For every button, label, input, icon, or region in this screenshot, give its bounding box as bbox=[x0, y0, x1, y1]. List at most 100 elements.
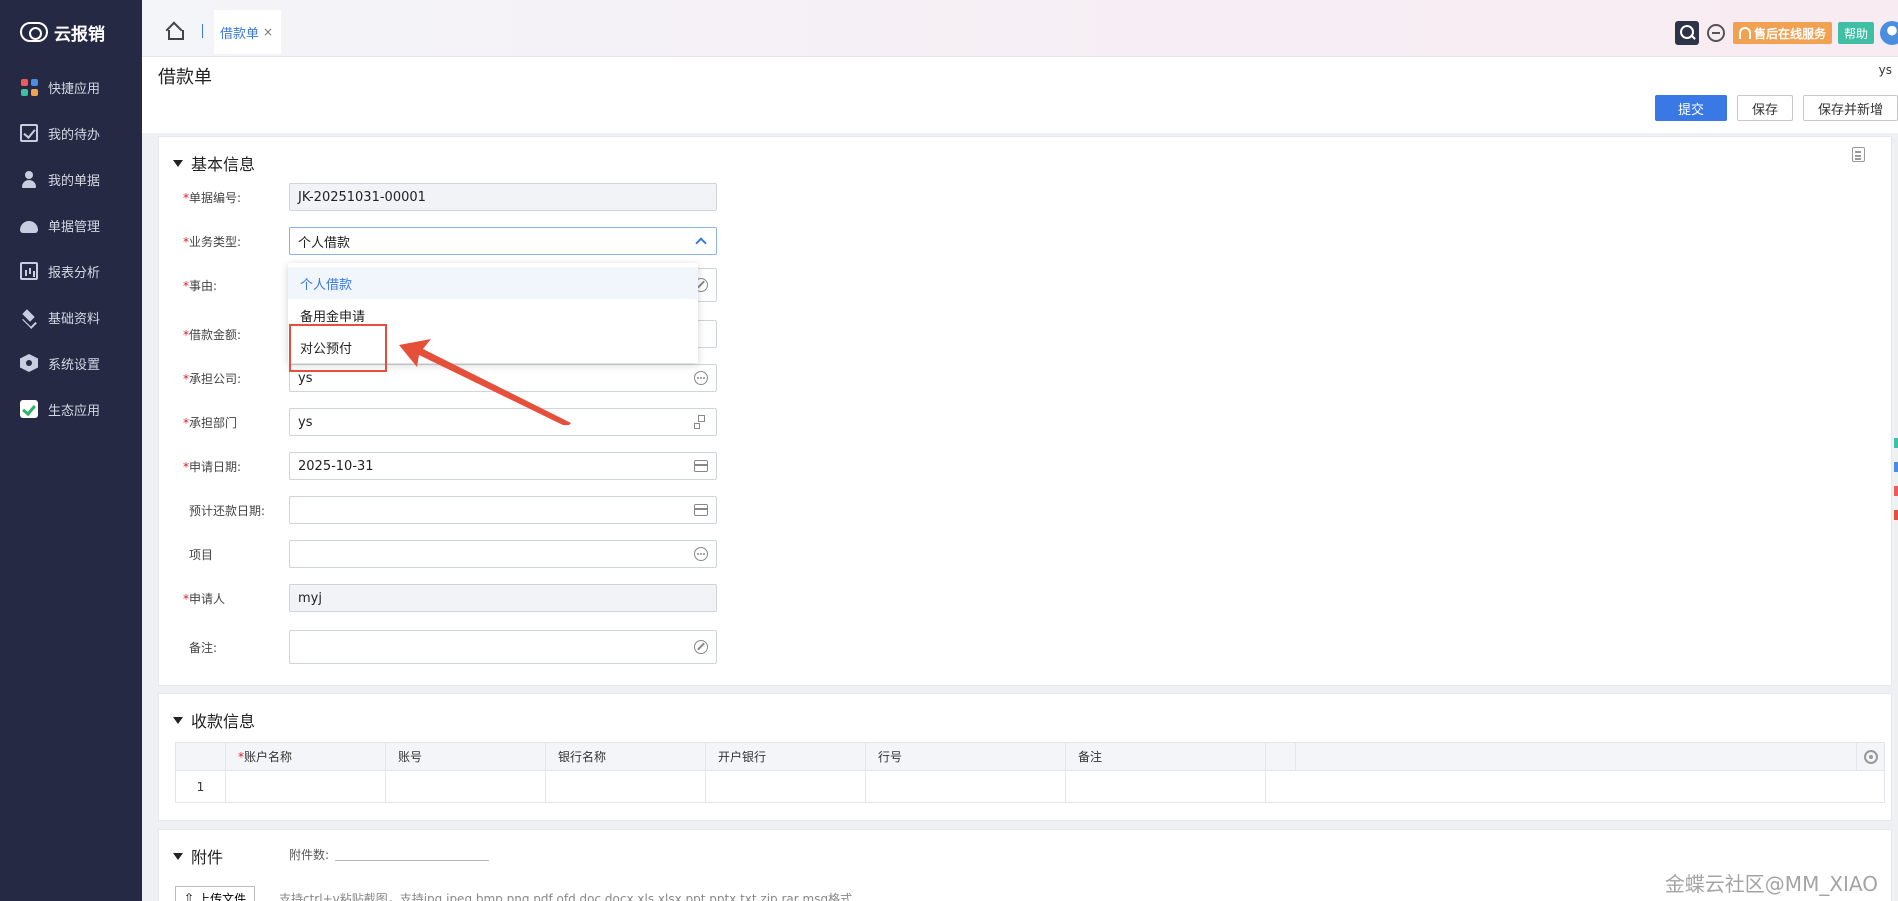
dropdown-option-personal-loan[interactable]: 个人借款 bbox=[288, 267, 698, 299]
field-value: myj bbox=[298, 590, 322, 606]
calendar-icon[interactable] bbox=[694, 504, 708, 516]
chevron-up-icon bbox=[695, 237, 707, 249]
field-label-text: 预计还款日期: bbox=[189, 503, 266, 518]
sidebar-item-my-docs[interactable]: 我的单据 bbox=[0, 156, 142, 202]
field-label-text: 申请人 bbox=[189, 591, 226, 606]
tab-loan-form[interactable]: 借款单 × bbox=[214, 10, 282, 54]
minus-circle-icon[interactable] bbox=[1706, 24, 1725, 42]
watermark: 金蝶云社区@MM_XIAO bbox=[1664, 872, 1878, 896]
field-label-text: 借款金额: bbox=[189, 327, 242, 342]
field-label: *事由: bbox=[183, 277, 289, 294]
sidebar-item-reports[interactable]: 报表分析 bbox=[0, 248, 142, 294]
search-icon[interactable] bbox=[1674, 21, 1699, 45]
field-applicant: *申请人 myj bbox=[183, 584, 717, 612]
annotation-arrow-icon bbox=[399, 339, 571, 425]
section-toggle-payee[interactable]: 收款信息 bbox=[173, 708, 255, 732]
sidebar-item-quick-apps[interactable]: 快捷应用 bbox=[0, 64, 142, 110]
page-title: 借款单 bbox=[158, 67, 212, 88]
online-service-label: 售后在线服务 bbox=[1753, 26, 1826, 41]
tab-separator bbox=[202, 24, 203, 38]
section-title: 附件 bbox=[191, 848, 224, 867]
field-label-text: 项目 bbox=[189, 547, 214, 562]
org-tree-icon[interactable] bbox=[694, 415, 708, 429]
header-spacer bbox=[1266, 743, 1296, 770]
apply-date-input[interactable]: 2025-10-31 bbox=[289, 452, 717, 480]
upload-file-button[interactable]: ⇧ 上传文件 bbox=[175, 886, 256, 901]
field-biz-type: *业务类型: 个人借款 bbox=[183, 227, 717, 255]
upload-hint: 支持ctrl+v粘贴截图，支持jpg,jpeg,bmp,png,pdf,ofd,… bbox=[279, 892, 853, 901]
section-toggle-basic[interactable]: 基本信息 bbox=[173, 151, 255, 175]
headset-icon bbox=[1738, 27, 1751, 39]
gear-icon bbox=[1863, 749, 1878, 764]
home-icon[interactable] bbox=[166, 24, 184, 40]
cloud-logo-icon bbox=[20, 22, 48, 42]
field-label-text: 事由: bbox=[189, 278, 218, 293]
save-and-new-button[interactable]: 保存并新增 bbox=[1802, 95, 1898, 121]
app-logo-text: 云报销 bbox=[54, 24, 105, 45]
header-account-no: 账号 bbox=[386, 743, 546, 770]
collapse-triangle-icon bbox=[173, 852, 183, 860]
cell-remark[interactable] bbox=[1066, 771, 1266, 802]
field-label: *业务类型: bbox=[183, 233, 289, 250]
table-header: * 账户名称 账号 银行名称 开户银行 行号 备注 bbox=[176, 743, 1884, 771]
row-index: 1 bbox=[176, 771, 226, 802]
field-repay-date: 预计还款日期: bbox=[183, 496, 717, 524]
upload-icon: ⇧ bbox=[184, 891, 195, 901]
field-label-text: 申请日期: bbox=[189, 459, 242, 474]
more-icon[interactable] bbox=[694, 547, 708, 561]
online-service-button[interactable]: 售后在线服务 bbox=[1732, 22, 1832, 44]
sidebar-item-master-data[interactable]: 基础资料 bbox=[0, 294, 142, 340]
tab-close-icon[interactable]: × bbox=[263, 25, 273, 39]
attachment-count-field[interactable] bbox=[335, 860, 489, 861]
cell-bank-name[interactable] bbox=[546, 771, 706, 802]
sidebar-item-settings[interactable]: 系统设置 bbox=[0, 340, 142, 386]
header-remark: 备注 bbox=[1066, 743, 1266, 770]
sidebar-item-label: 报表分析 bbox=[48, 265, 101, 281]
cell-account-no[interactable] bbox=[386, 771, 546, 802]
payee-table: * 账户名称 账号 银行名称 开户银行 行号 备注 1 bbox=[175, 742, 1885, 803]
field-label-text: 单据编号: bbox=[189, 190, 242, 205]
app-logo[interactable]: 云报销 bbox=[0, 0, 142, 64]
sidebar-item-label: 基础资料 bbox=[48, 311, 101, 327]
sidebar-item-todo[interactable]: 我的待办 bbox=[0, 110, 142, 156]
more-icon[interactable] bbox=[694, 371, 708, 385]
action-bar: 提交 保存 保存并新增 bbox=[1654, 95, 1898, 121]
sidebar-item-eco-apps[interactable]: 生态应用 bbox=[0, 386, 142, 432]
page-header: 借款单 ys 提交 保存 保存并新增 bbox=[142, 57, 1898, 133]
field-label: *借款金额: bbox=[183, 326, 289, 343]
sidebar-item-label: 系统设置 bbox=[48, 357, 101, 373]
attachment-count-label: 附件数: bbox=[289, 848, 330, 862]
applicant-input[interactable]: myj bbox=[289, 584, 717, 612]
project-input[interactable] bbox=[289, 540, 717, 568]
sidebar-item-label: 快捷应用 bbox=[48, 81, 101, 97]
calculator-icon[interactable] bbox=[1852, 147, 1865, 162]
repay-date-input[interactable] bbox=[289, 496, 717, 524]
sidebar-item-label: 我的待办 bbox=[48, 127, 101, 143]
cell-account-name[interactable] bbox=[226, 771, 386, 802]
column-settings[interactable] bbox=[1856, 743, 1884, 770]
top-bar: 借款单 × 售后在线服务 帮助 bbox=[142, 0, 1898, 57]
remark-input[interactable] bbox=[289, 630, 717, 664]
edge-marks bbox=[1894, 438, 1898, 538]
cell-open-bank[interactable] bbox=[706, 771, 866, 802]
field-label: 备注: bbox=[183, 639, 289, 656]
field-label-text: 承担公司: bbox=[189, 371, 242, 386]
doc-no-input[interactable]: JK-20251031-00001 bbox=[289, 183, 717, 211]
edit-icon[interactable] bbox=[694, 640, 708, 654]
header-open-bank: 开户银行 bbox=[706, 743, 866, 770]
avatar[interactable] bbox=[1880, 21, 1898, 45]
biz-type-select[interactable]: 个人借款 bbox=[289, 227, 717, 255]
calendar-icon[interactable] bbox=[694, 460, 708, 472]
cell-bank-code[interactable] bbox=[866, 771, 1066, 802]
attachment-section: 附件 附件数: ⇧ 上传文件 支持ctrl+v粘贴截图，支持jpg,jpeg,bm… bbox=[158, 829, 1892, 901]
section-toggle-attach[interactable]: 附件 bbox=[173, 844, 223, 868]
field-label-text: 承担部门 bbox=[189, 415, 238, 430]
section-title: 基本信息 bbox=[191, 155, 256, 174]
field-label-text: 业务类型: bbox=[189, 234, 242, 249]
submit-button[interactable]: 提交 bbox=[1654, 95, 1727, 121]
table-row[interactable]: 1 bbox=[176, 771, 1884, 802]
field-label: *承担部门 bbox=[183, 414, 289, 431]
help-button[interactable]: 帮助 bbox=[1837, 22, 1874, 44]
save-button[interactable]: 保存 bbox=[1736, 95, 1793, 121]
sidebar-item-doc-mgmt[interactable]: 单据管理 bbox=[0, 202, 142, 248]
